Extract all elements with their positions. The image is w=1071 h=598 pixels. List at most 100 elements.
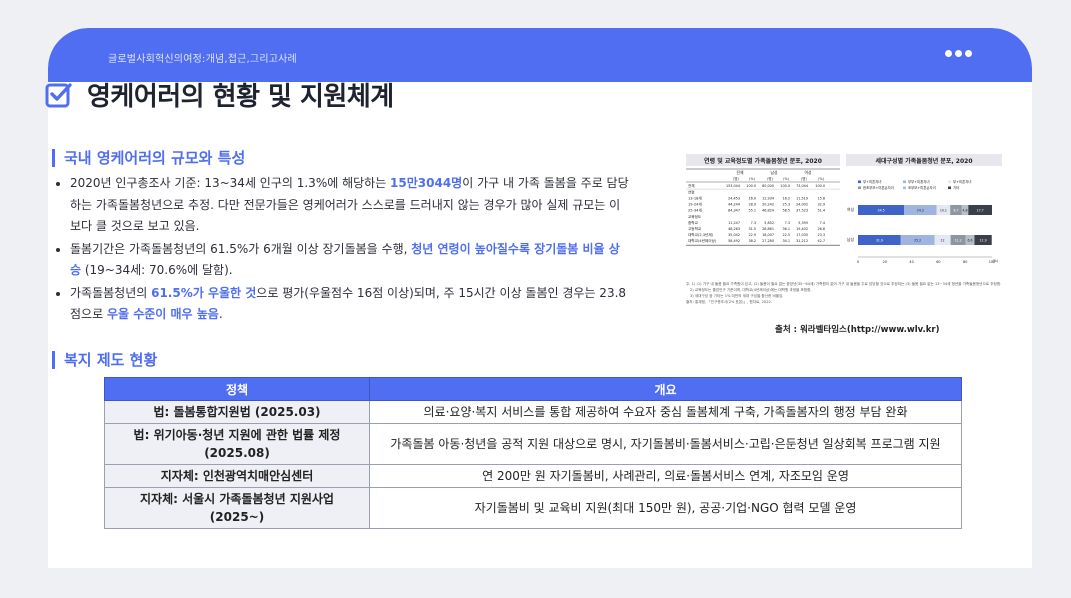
table-cell: 28.9 [748,203,756,207]
table-cell: 100.0 [815,184,825,188]
x-tick-label: 20 [883,260,887,264]
bar-data-label: 31.9 [876,239,883,243]
legend-swatch [948,180,951,184]
table-cell: 51.4 [817,209,825,213]
bullet-text: 가족돌봄청년의 [70,285,152,300]
table-row-label: 중학교 [688,220,699,225]
table-cell: 23.3 [817,233,825,237]
table-cell: 32.9 [817,203,825,207]
bar-data-label: 11.2 [955,239,962,243]
table-cell: 24,453 [728,197,740,201]
table-row-label: 연령 [688,190,695,195]
right-figure-title: 세대구성별 가족돌봄청년 분포, 2020 [875,157,972,165]
bullet-list: 2020년 인구총조사 기준: 13~34세 인구의 1.3%에 해당하는 15… [56,173,630,327]
left-figure-title: 연령 및 교육정도별 가족돌봄청년 분포, 2020 [704,157,822,165]
table-cell: 153,044 [726,184,740,188]
summary-cell: 연 200만 원 자기돌봄비, 사례관리, 의료·돌봄서비스 연계, 자조모임 … [369,464,962,488]
table-cell: 55.1 [748,209,756,213]
bar-data-label: 24.2 [917,209,924,213]
table-col-head: 전체 [737,170,744,175]
table-cell: 7.3 [751,221,756,225]
x-tick-label: 40 [909,260,913,264]
bullet-item: 돌봄기간은 가족돌봄청년의 61.5%가 6개월 이상 장기돌봄을 수행, 청년… [56,239,630,282]
page-title: 영케어러의 현황 및 지원체계 [87,82,394,112]
table-row-label: 대학교(4년제이상) [688,238,717,243]
menu-dot [965,50,972,57]
table-col-head: 남성 [771,170,778,175]
table-cell: 26.6 [817,227,825,231]
table-cell: 28,861 [762,227,774,231]
highlight-text: 우울 수준이 매우 높음 [106,307,219,321]
table-sub-head: (명) [801,176,807,181]
table-sub-head: (명) [767,176,773,181]
section-title: 국내 영케어러의 규모와 특성 [64,149,246,167]
distribution-table: 전체 남성 여성(명) (%) (명) (%) (명) (%)전체 153,044 100.0 80… [686,168,840,246]
bar-data-label: 8.7 [953,209,958,213]
bar-data-label: 12 [941,239,945,243]
bar-data-label: 25.2 [914,239,921,243]
x-tick-label: 60 [936,260,940,264]
table-cell: 100.0 [746,184,756,188]
title-row: 영케어러의 현황 및 지원체계 [45,76,394,113]
menu-dot [955,50,962,57]
x-tick-label: 80 [963,260,967,264]
summary-cell: 가족돌봄 아동·청년을 공적 지원 대상으로 명시, 자기돌봄비·돌봄서비스·고… [369,423,962,465]
table-cell: 19,402 [796,227,808,231]
table-cell: 31,212 [796,239,808,243]
legend-swatch [858,186,861,190]
table-row-label: 25-34세 [688,208,702,213]
table-cell: 42.7 [817,239,825,243]
table-cell: 22.5 [782,233,790,237]
table-col-head: 여성 [805,170,812,175]
policy-cell: 지자체: 서울시 가족돌봄청년 지원사업 (2025~) [104,487,370,529]
table-cell: 5,395 [798,221,808,225]
bullet-text: (19~34세: 70.6%에 달함). [81,263,233,277]
table-cell: 27,280 [762,239,774,243]
bar-category-label: 여성 [847,207,854,212]
table-cell: 48,263 [728,227,740,231]
table-cell: 31.5 [748,227,756,231]
highlight-text: 61.5%가 우울한 것 [151,285,257,300]
axis-unit-label: (%) [992,259,998,263]
policy-cell: 지자체: 인천광역치매안심센터 [104,464,370,488]
table-row-label: 교육정도 [688,214,702,219]
figure-note: 주: 1) (1) 가구 내 돌봄 필요 가족원이 있고, (2) 돌봄이 필요… [686,281,1001,286]
table-cell: 22.9 [748,233,756,237]
table-row-label: 19-24세 [688,202,702,207]
bar-data-label: 10.1 [940,209,947,213]
table-cell: 12,934 [762,197,774,201]
figure-note: 2) 교육정도는 졸업인구 기준이며, 대학교(4년제이상)에는 대학원 과정을… [690,287,812,292]
table-cell: 15.8 [817,197,825,201]
table-sub-head: (%) [749,177,756,181]
table-sub-head: (%) [783,177,790,181]
figure-source: 출처: 통계청, 「인구총조사(2% 표본)」, 원자료, 2022. [686,299,772,304]
bar-category-label: 남성 [847,237,854,242]
table-cell: 58,492 [728,239,740,243]
policy-cell: 법: 돌봄통합지원법 (2025.03) [104,400,370,424]
table-cell: 11,247 [728,221,740,225]
table-sub-head: (%) [818,177,825,181]
table-cell: 36.1 [782,227,790,231]
table-cell: 18,007 [762,233,774,237]
table-row-label: 대학교(2,3년제) [688,232,714,237]
column-header: 정책 [104,377,370,401]
table-cell: 38.2 [748,239,756,243]
table-cell: 44,244 [728,203,740,207]
legend-swatch [903,186,906,190]
section-marker [52,148,55,167]
highlight-text: 15만3044명 [390,176,463,190]
bullet-item: 가족돌봄청년의 61.5%가 우울한 것으로 평가(우울점수 16점 이상)되며… [56,283,630,326]
table-cell: 100.0 [780,184,790,188]
figure-caption: 출처 : 워라벨타임스(http://www.wlv.kr) [775,325,940,335]
table-sub-head: (명) [733,176,739,181]
summary-cell: 의료·요양·복지 서비스를 통합 제공하여 수요자 중심 돌봄체계 구축, 가족… [369,400,962,424]
bar-data-label: 17.7 [977,209,984,213]
table-header-row: 정책 개요 [104,377,962,401]
table-cell: 80,000 [762,184,774,188]
checkbox-icon [45,82,72,107]
legend-swatch [948,186,951,190]
legend-label: 기타 [953,185,960,190]
more-menu-icon[interactable] [945,50,972,57]
policy-cell: 법: 위기아동·청년 지원에 관한 법률 제정 (2025.08) [104,423,370,465]
bullet-text: . [218,307,223,321]
